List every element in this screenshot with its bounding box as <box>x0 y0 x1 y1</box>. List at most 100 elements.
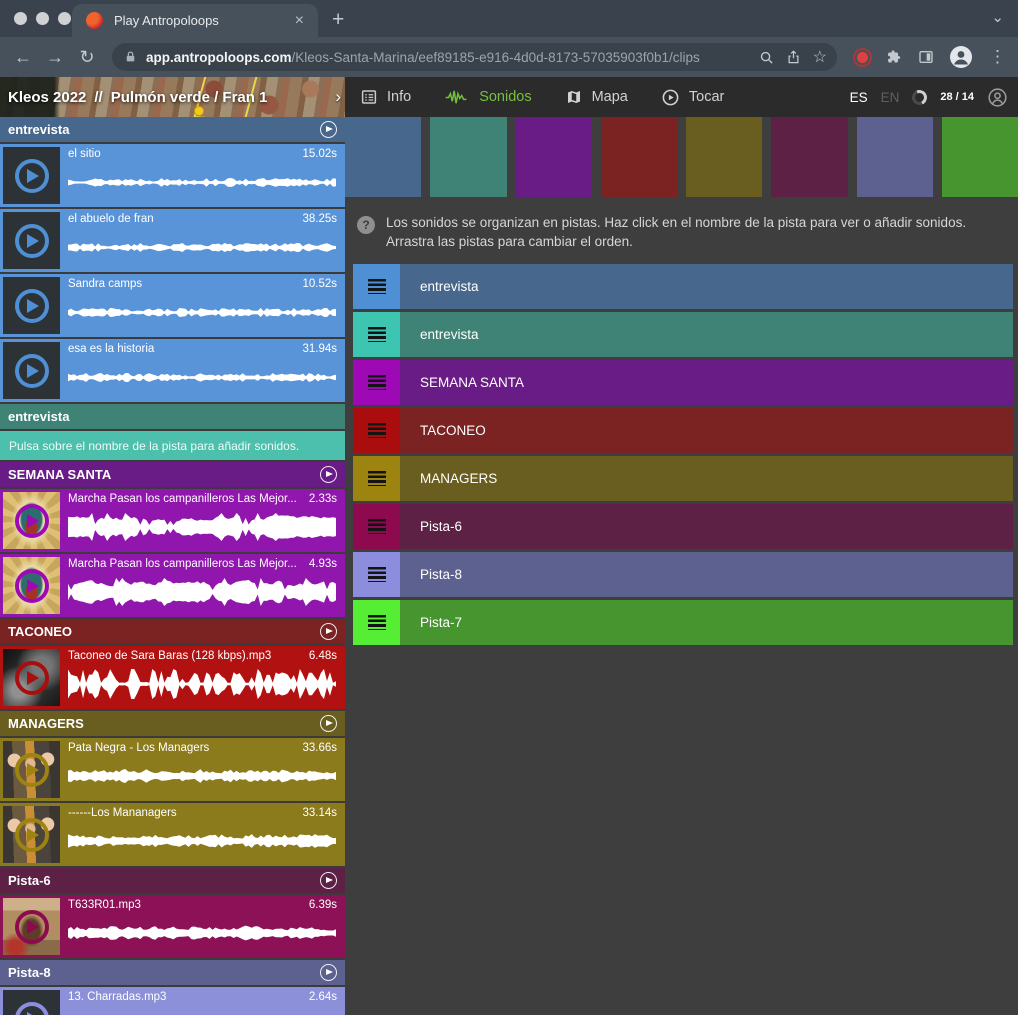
track-color-swatch[interactable] <box>942 117 1018 197</box>
clip-play-icon[interactable] <box>15 289 49 323</box>
track-bar[interactable]: MANAGERS <box>400 456 1013 501</box>
account-icon[interactable] <box>987 87 1008 108</box>
track-drag-handle[interactable] <box>353 504 400 549</box>
clip-play-icon[interactable] <box>15 818 49 852</box>
track-drag-handle[interactable] <box>353 600 400 645</box>
track-bar[interactable]: entrevista <box>400 264 1013 309</box>
track-row[interactable]: Pista-8 <box>353 552 1013 597</box>
clip-thumbnail[interactable] <box>3 492 60 549</box>
track-color-swatch[interactable] <box>345 117 421 197</box>
clip-play-icon[interactable] <box>15 354 49 388</box>
nav-tab-tocar[interactable]: Tocar <box>661 88 724 107</box>
clip-thumbnail[interactable] <box>3 147 60 204</box>
clip-row[interactable]: 13. Charradas.mp32.64s <box>0 987 345 1015</box>
nav-tab-info[interactable]: Info <box>360 88 411 106</box>
track-bar[interactable]: SEMANA SANTA <box>400 360 1013 405</box>
track-drag-handle[interactable] <box>353 312 400 357</box>
track-row[interactable]: entrevista <box>353 312 1013 357</box>
clip-row[interactable]: T633R01.mp36.39s <box>0 895 345 958</box>
back-button[interactable]: ← <box>10 47 36 68</box>
clip-row[interactable]: Pata Negra - Los Managers33.66s <box>0 738 345 801</box>
clip-thumbnail[interactable] <box>3 557 60 614</box>
clip-row[interactable]: Taconeo de Sara Baras (128 kbps).mp36.48… <box>0 646 345 709</box>
browser-tab[interactable]: Play Antropoloops × <box>72 4 318 37</box>
project-banner[interactable]: Kleos 2022 // Pulmón verde / Fran 1 › <box>0 77 345 117</box>
track-play-button[interactable] <box>320 715 337 732</box>
track-row[interactable]: Pista-6 <box>353 504 1013 549</box>
track-color-swatch[interactable] <box>686 117 762 197</box>
lang-en-button[interactable]: EN <box>881 90 900 105</box>
clip-row[interactable]: Marcha Pasan los campanilleros Las Mejor… <box>0 554 345 617</box>
clip-play-icon[interactable] <box>15 504 49 538</box>
window-minimize-button[interactable] <box>36 12 49 25</box>
track-section-header[interactable]: SEMANA SANTA <box>0 462 345 487</box>
clip-play-icon[interactable] <box>15 661 49 695</box>
tab-search-chevron-icon[interactable]: ⌄ <box>991 8 1004 26</box>
clip-play-icon[interactable] <box>15 910 49 944</box>
forward-button[interactable]: → <box>42 47 68 68</box>
clip-thumbnail[interactable] <box>3 806 60 863</box>
window-zoom-button[interactable] <box>58 12 71 25</box>
track-drag-handle[interactable] <box>353 456 400 501</box>
clip-thumbnail[interactable] <box>3 741 60 798</box>
track-drag-handle[interactable] <box>353 360 400 405</box>
clip-thumbnail[interactable] <box>3 212 60 269</box>
window-controls[interactable] <box>14 12 71 25</box>
track-color-swatch[interactable] <box>430 117 506 197</box>
track-section-header[interactable]: Pista-6 <box>0 868 345 893</box>
clip-thumbnail[interactable] <box>3 990 60 1015</box>
track-color-swatch[interactable] <box>771 117 847 197</box>
clip-play-icon[interactable] <box>15 1002 49 1015</box>
track-play-button[interactable] <box>320 872 337 889</box>
track-row[interactable]: TACONEO <box>353 408 1013 453</box>
side-panel-icon[interactable] <box>917 49 935 65</box>
clip-row[interactable]: el sitio15.02s <box>0 144 345 207</box>
new-tab-button[interactable]: + <box>332 9 344 30</box>
track-play-button[interactable] <box>320 964 337 981</box>
track-play-button[interactable] <box>320 121 337 138</box>
track-color-swatch[interactable] <box>857 117 933 197</box>
lang-es-button[interactable]: ES <box>850 90 868 105</box>
track-section-header[interactable]: Pista-8 <box>0 960 345 985</box>
reload-button[interactable]: ↻ <box>74 47 100 68</box>
profile-avatar[interactable] <box>949 45 973 69</box>
track-play-button[interactable] <box>320 623 337 640</box>
track-section-header[interactable]: entrevista <box>0 117 345 142</box>
clip-play-icon[interactable] <box>15 159 49 193</box>
clip-play-icon[interactable] <box>15 569 49 603</box>
clip-thumbnail[interactable] <box>3 277 60 334</box>
extension-puzzle-icon[interactable] <box>886 49 903 66</box>
clip-row[interactable]: el abuelo de fran38.25s <box>0 209 345 272</box>
track-drag-handle[interactable] <box>353 264 400 309</box>
clip-play-icon[interactable] <box>15 224 49 258</box>
track-section-header[interactable]: MANAGERS <box>0 711 345 736</box>
track-bar[interactable]: TACONEO <box>400 408 1013 453</box>
tab-close-icon[interactable]: × <box>291 11 308 31</box>
clip-row[interactable]: Sandra camps10.52s <box>0 274 345 337</box>
bookmark-star-icon[interactable]: ☆ <box>813 47 827 67</box>
window-close-button[interactable] <box>14 12 27 25</box>
clip-thumbnail[interactable] <box>3 898 60 955</box>
clip-thumbnail[interactable] <box>3 649 60 706</box>
track-play-button[interactable] <box>320 466 337 483</box>
nav-tab-mapa[interactable]: Mapa <box>565 88 628 106</box>
share-icon[interactable] <box>786 49 801 65</box>
zoom-page-icon[interactable] <box>759 50 774 65</box>
track-section-header[interactable]: TACONEO <box>0 619 345 644</box>
track-section-header[interactable]: entrevista <box>0 404 345 429</box>
clip-play-icon[interactable] <box>15 753 49 787</box>
track-row[interactable]: Pista-7 <box>353 600 1013 645</box>
browser-menu-icon[interactable]: ⋮ <box>987 47 1008 67</box>
track-bar[interactable]: Pista-6 <box>400 504 1013 549</box>
track-row[interactable]: SEMANA SANTA <box>353 360 1013 405</box>
track-drag-handle[interactable] <box>353 408 400 453</box>
track-row[interactable]: entrevista <box>353 264 1013 309</box>
clip-row[interactable]: esa es la historia31.94s <box>0 339 345 402</box>
clip-row[interactable]: Marcha Pasan los campanilleros Las Mejor… <box>0 489 345 552</box>
track-bar[interactable]: entrevista <box>400 312 1013 357</box>
clip-row[interactable]: ------Los Mananagers33.14s <box>0 803 345 866</box>
track-drag-handle[interactable] <box>353 552 400 597</box>
track-color-swatch[interactable] <box>516 117 592 197</box>
nav-tab-sonidos[interactable]: Sonidos <box>444 89 531 106</box>
banner-chevron-icon[interactable]: › <box>335 77 341 117</box>
